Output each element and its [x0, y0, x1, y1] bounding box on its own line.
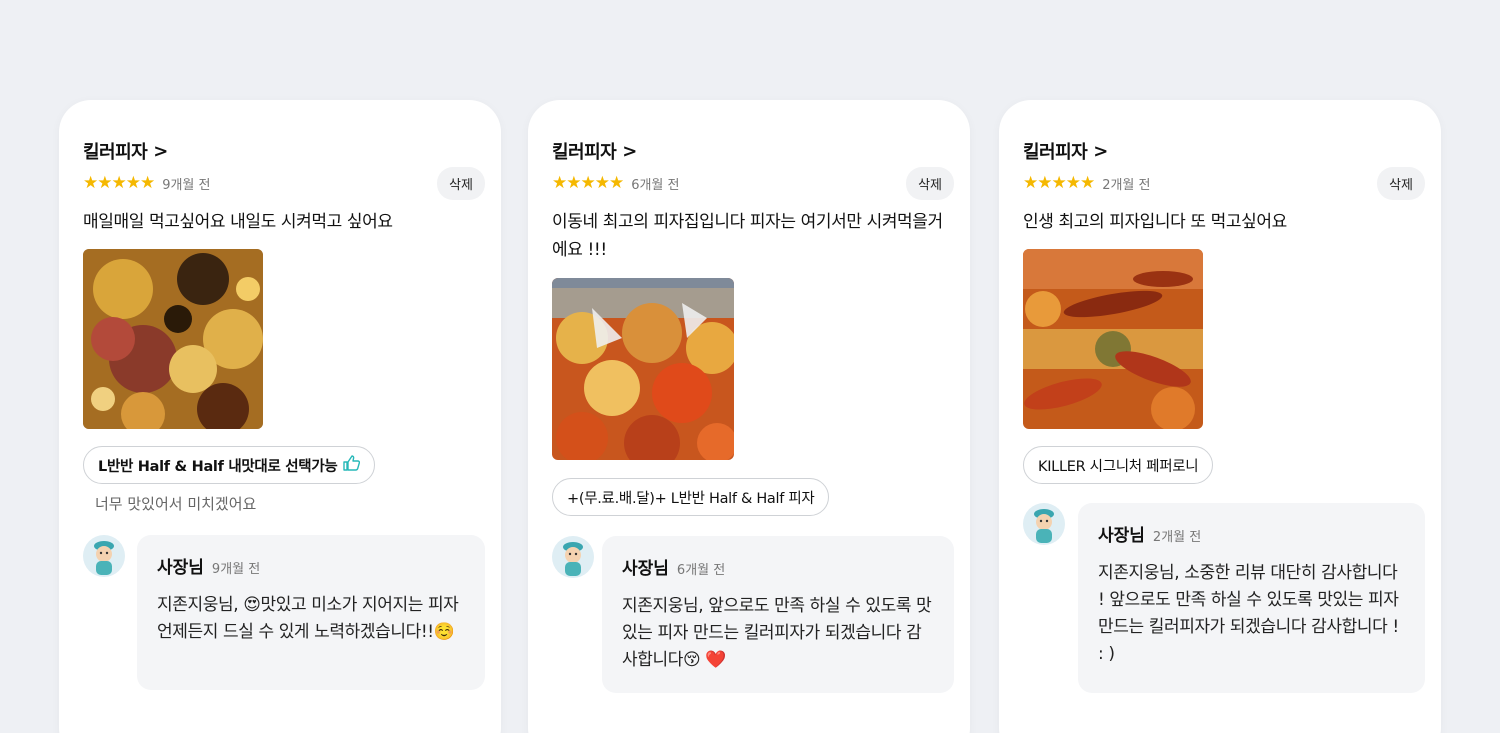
star-rating: ★★★★★ — [83, 173, 155, 193]
shop-link[interactable]: 킬러피자 > — [83, 138, 168, 164]
owner-name: 사장님 — [157, 558, 204, 578]
owner-avatar — [552, 536, 594, 578]
owner-avatar-image — [552, 536, 594, 578]
review-photo[interactable] — [552, 278, 734, 460]
review-time: 2개월 전 — [1102, 177, 1151, 193]
owner-header: 사장님 2개월 전 — [1098, 521, 1407, 546]
owner-avatar-image — [1023, 503, 1065, 545]
shop-name: 킬러피자 — [1023, 142, 1088, 163]
review-photo[interactable] — [1023, 249, 1203, 429]
owner-reply-bubble: 사장님 2개월 전 지존지웅님, 소중한 리뷰 대단히 감사합니다 ! 앞으로도… — [1078, 503, 1425, 693]
review-text: 매일매일 먹고싶어요 내일도 시켜먹고 싶어요 — [83, 212, 393, 232]
menu-tag[interactable]: KILLER 시그니처 페퍼로니 — [1023, 446, 1214, 484]
menu-tag[interactable]: +(무.료.배.달)+ L반반 Half & Half 피자 — [552, 478, 830, 516]
pizza-photo-image — [552, 278, 734, 460]
review-text: 인생 최고의 피자입니다 또 먹고싶어요 — [1023, 212, 1287, 232]
owner-reply-time: 9개월 전 — [211, 562, 261, 577]
owner-reply-time: 2개월 전 — [1152, 530, 1202, 545]
owner-reply-text: 지존지웅님, 😍맛있고 미소가 지어지는 피자 언제든지 드실 수 있게 노력하… — [157, 595, 459, 642]
owner-header: 사장님 6개월 전 — [622, 554, 936, 579]
owner-avatar-image — [83, 535, 125, 577]
menu-tag[interactable]: L반반 Half & Half 내맛대로 선택가능 — [83, 446, 376, 484]
review-time: 9개월 전 — [162, 177, 211, 193]
pizza-photo-image — [83, 249, 263, 429]
owner-reply-text: 지존지웅님, 앞으로도 만족 하실 수 있도록 맛있는 피자 만드는 킬러피자가… — [622, 596, 932, 670]
shop-link[interactable]: 킬러피자 > — [552, 138, 637, 164]
shop-name: 킬러피자 — [552, 142, 617, 163]
delete-button[interactable]: 삭제 — [437, 167, 485, 200]
review-time: 6개월 전 — [631, 177, 680, 193]
delete-button[interactable]: 삭제 — [906, 167, 954, 200]
review-card: 킬러피자 > ★★★★★ 2개월 전 삭제 인생 최고의 피자입니다 또 먹고싶… — [999, 100, 1441, 733]
chevron-right-icon: > — [622, 140, 637, 162]
review-photo[interactable] — [83, 249, 263, 429]
menu-note: 너무 맛있어서 미치겠어요 — [95, 495, 257, 513]
review-meta: ★★★★★ 9개월 전 — [83, 173, 211, 193]
owner-name: 사장님 — [1098, 526, 1145, 546]
owner-reply-bubble: 사장님 9개월 전 지존지웅님, 😍맛있고 미소가 지어지는 피자 언제든지 드… — [137, 535, 485, 690]
star-rating: ★★★★★ — [1023, 173, 1095, 193]
review-card: 킬러피자 > ★★★★★ 6개월 전 삭제 이동네 최고의 피자집입니다 피자는… — [528, 100, 970, 733]
chevron-right-icon: > — [153, 140, 168, 162]
review-meta: ★★★★★ 6개월 전 — [552, 173, 680, 193]
shop-link[interactable]: 킬러피자 > — [1023, 138, 1108, 164]
owner-header: 사장님 9개월 전 — [157, 553, 467, 578]
review-card: 킬러피자 > ★★★★★ 9개월 전 삭제 매일매일 먹고싶어요 내일도 시켜먹… — [59, 100, 501, 733]
owner-reply-bubble: 사장님 6개월 전 지존지웅님, 앞으로도 만족 하실 수 있도록 맛있는 피자… — [602, 536, 954, 693]
chevron-right-icon: > — [1093, 140, 1108, 162]
shop-name: 킬러피자 — [83, 142, 148, 163]
thumbs-up-icon — [343, 455, 361, 475]
owner-reply-text: 지존지웅님, 소중한 리뷰 대단히 감사합니다 ! 앞으로도 만족 하실 수 있… — [1098, 563, 1399, 664]
star-rating: ★★★★★ — [552, 173, 624, 193]
menu-tag-label: L반반 Half & Half 내맛대로 선택가능 — [98, 458, 338, 475]
owner-avatar — [1023, 503, 1065, 545]
pizza-photo-image — [1023, 249, 1203, 429]
review-meta: ★★★★★ 2개월 전 — [1023, 173, 1151, 193]
delete-button[interactable]: 삭제 — [1377, 167, 1425, 200]
menu-tag-label: KILLER 시그니처 페퍼로니 — [1038, 458, 1199, 475]
review-text: 이동네 최고의 피자집입니다 피자는 여기서만 시켜먹을거에요 !!! — [552, 212, 943, 260]
owner-name: 사장님 — [622, 559, 669, 579]
owner-reply-time: 6개월 전 — [676, 563, 726, 578]
menu-tag-label: +(무.료.배.달)+ L반반 Half & Half 피자 — [567, 490, 815, 507]
owner-avatar — [83, 535, 125, 577]
